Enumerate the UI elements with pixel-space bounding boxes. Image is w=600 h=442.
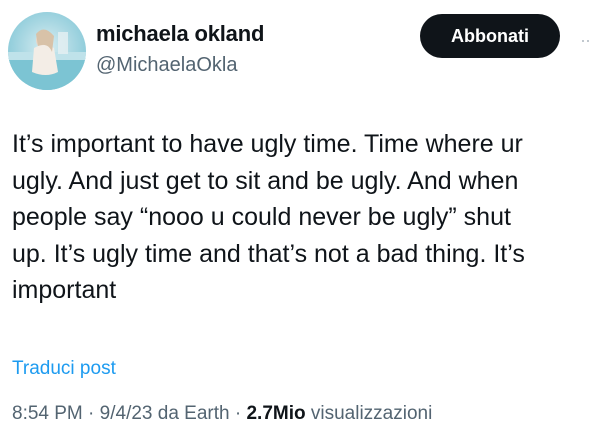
views-count: 2.7Mio xyxy=(246,403,306,424)
more-options-icon[interactable]: ·· xyxy=(580,30,591,51)
tweet-line: It’s important to have ugly time. Time w… xyxy=(12,130,523,158)
tweet-metadata: 8:54 PM · 9/4/23 da Earth · 2.7Mio visua… xyxy=(12,403,432,425)
follow-button[interactable]: Abbonati xyxy=(420,14,560,58)
tweet-text: It’s important to have ugly time. Time w… xyxy=(12,126,592,309)
views-label: visualizzazioni xyxy=(305,403,433,424)
tweet-line: up. It’s ugly time and that’s not a bad … xyxy=(12,239,525,268)
post-time[interactable]: 8:54 PM xyxy=(12,403,83,424)
avatar[interactable] xyxy=(8,12,86,90)
separator: · xyxy=(82,403,100,424)
translate-post-link[interactable]: Traduci post xyxy=(12,358,116,380)
post-date[interactable]: 9/4/23 xyxy=(100,403,153,424)
tweet-line: ugly. And just get to sit and be ugly. A… xyxy=(12,166,519,195)
tweet-line: important xyxy=(12,276,117,304)
display-name[interactable]: michaela okland xyxy=(96,21,264,47)
separator: · xyxy=(229,403,247,424)
tweet-line: people say “nooo u could never be ugly” … xyxy=(12,203,511,231)
profile-photo xyxy=(8,29,86,90)
user-handle[interactable]: @MichaelaOkla xyxy=(96,54,237,77)
post-source: da Earth xyxy=(152,403,230,424)
